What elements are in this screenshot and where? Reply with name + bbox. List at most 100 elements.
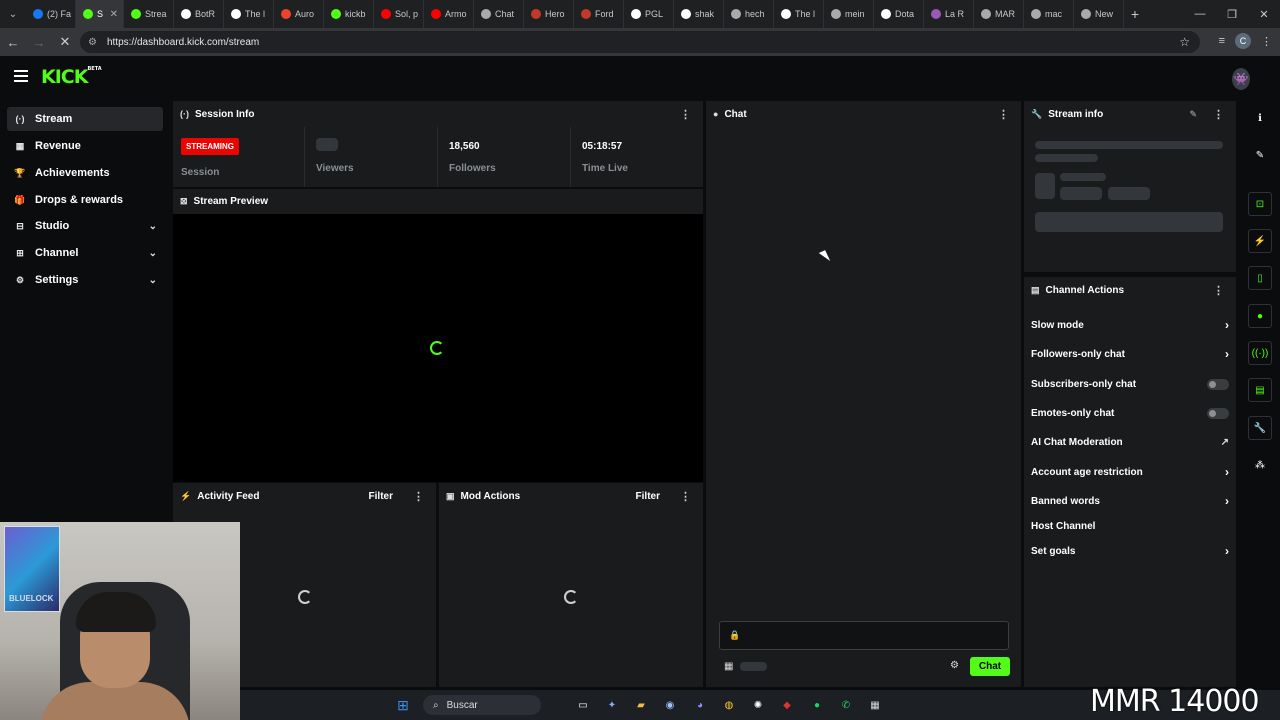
bookmark-star-icon[interactable]: ☆ xyxy=(1179,35,1190,49)
stop-loading-button[interactable]: ✕ xyxy=(52,28,78,56)
action-banned-words[interactable]: Banned words › xyxy=(1031,491,1229,511)
close-window-icon[interactable]: ✕ xyxy=(1248,0,1280,28)
maximize-icon[interactable]: ❐ xyxy=(1216,0,1248,28)
steam-icon[interactable]: ◉ xyxy=(661,696,679,714)
browser-tab[interactable]: The l xyxy=(224,0,274,28)
whatsapp-icon[interactable]: ✆ xyxy=(837,696,855,714)
site-info-icon[interactable]: ⚙ xyxy=(88,37,97,48)
action-host-channel[interactable]: Host Channel xyxy=(1031,516,1229,536)
broadcast-icon[interactable]: ((·)) xyxy=(1248,341,1272,365)
browser-tab[interactable]: Dota xyxy=(874,0,924,28)
spotify-icon[interactable]: ● xyxy=(808,696,826,714)
taskbar-search[interactable]: ⌕ Buscar xyxy=(423,695,541,715)
kebab-menu-icon[interactable]: ⋮ xyxy=(998,108,1009,121)
address-bar[interactable]: ⚙ https://dashboard.kick.com/stream ☆ xyxy=(80,31,1200,53)
edit-icon[interactable]: ✎ xyxy=(1248,143,1272,167)
store-icon[interactable]: ▦ xyxy=(724,661,733,672)
clipboard-icon[interactable]: ▯ xyxy=(1248,266,1272,290)
browser-tab[interactable]: S ✕ xyxy=(76,0,124,28)
action-set-goals[interactable]: Set goals › xyxy=(1031,541,1229,561)
chrome-icon[interactable]: ◍ xyxy=(720,696,738,714)
layout-icon[interactable]: ▤ xyxy=(1248,378,1272,402)
browser-tab[interactable]: BotR xyxy=(174,0,224,28)
browser-tab[interactable]: Chat xyxy=(474,0,524,28)
browser-tab[interactable]: New xyxy=(1074,0,1124,28)
browser-tab[interactable]: La R xyxy=(924,0,974,28)
sidebar-item-studio[interactable]: ⊟ Studio ⌄ xyxy=(7,214,163,238)
stream-preview-player[interactable] xyxy=(173,214,703,482)
hamburger-menu-icon[interactable] xyxy=(14,70,28,82)
kebab-menu-icon[interactable]: ⋮ xyxy=(1213,108,1224,121)
copilot-icon[interactable]: ✦ xyxy=(603,696,621,714)
chevron-down-icon: ⌄ xyxy=(148,220,157,232)
calculator-icon[interactable]: ▦ xyxy=(866,696,884,714)
sidebar-item-drops-rewards[interactable]: 🎁 Drops & rewards xyxy=(7,188,163,212)
kebab-menu-icon[interactable]: ⋮ xyxy=(413,490,424,503)
discord-icon[interactable]: ◕ xyxy=(691,696,709,714)
browser-tab[interactable]: Ford xyxy=(574,0,624,28)
file-explorer-icon[interactable]: ▰ xyxy=(632,696,650,714)
browser-tab[interactable]: mac xyxy=(1024,0,1074,28)
filter-button[interactable]: Filter xyxy=(369,491,393,502)
browser-tab[interactable]: mein xyxy=(824,0,874,28)
chat-icon[interactable]: ● xyxy=(1248,304,1272,328)
screenshot-icon[interactable]: ⊡ xyxy=(1248,192,1272,216)
share-icon[interactable]: ⁂ xyxy=(1248,453,1272,477)
edit-pencil-icon[interactable]: ✎ xyxy=(1189,109,1197,120)
task-view-icon[interactable]: ▭ xyxy=(574,696,592,714)
lightning-icon[interactable]: ⚡ xyxy=(1248,229,1272,253)
kebab-menu-icon[interactable]: ⋮ xyxy=(680,490,691,503)
toggle-switch[interactable] xyxy=(1207,378,1229,390)
filter-button[interactable]: Filter xyxy=(636,491,660,502)
tab-favicon-icon xyxy=(131,9,141,19)
browser-tab[interactable]: hech xyxy=(724,0,774,28)
toggle-switch[interactable] xyxy=(1207,407,1229,419)
forward-button[interactable]: → xyxy=(26,28,52,56)
menu-icon[interactable]: ⋮ xyxy=(1261,35,1272,48)
sidebar-item-achievements[interactable]: 🏆 Achievements xyxy=(7,161,163,185)
action-account-age-restriction[interactable]: Account age restriction › xyxy=(1031,462,1229,482)
tab-favicon-icon xyxy=(231,9,241,19)
action-emotes-only-chat[interactable]: Emotes-only chat xyxy=(1031,403,1229,423)
app-icon[interactable]: ✺ xyxy=(749,696,767,714)
media-control-icon[interactable]: ≡ xyxy=(1219,35,1225,47)
browser-tab[interactable]: kickb xyxy=(324,0,374,28)
browser-tab[interactable]: shak xyxy=(674,0,724,28)
chat-settings-gear-icon[interactable]: ⚙ xyxy=(950,660,959,671)
browser-tab[interactable]: Sol, p xyxy=(374,0,424,28)
info-icon[interactable]: ℹ xyxy=(1248,106,1272,130)
wrench-icon[interactable]: 🔧 xyxy=(1248,416,1272,440)
browser-tab[interactable]: Hero xyxy=(524,0,574,28)
browser-tab[interactable]: Strea xyxy=(124,0,174,28)
viewers-loading-skeleton xyxy=(316,138,338,151)
action-slow-mode[interactable]: Slow mode › xyxy=(1031,315,1229,335)
browser-tab[interactable]: (2) Fa xyxy=(26,0,76,28)
chat-send-button[interactable]: Chat xyxy=(970,657,1010,676)
action-ai-chat-moderation[interactable]: AI Chat Moderation ↗ xyxy=(1031,432,1229,452)
user-avatar[interactable]: 👾 xyxy=(1232,68,1250,90)
profile-avatar[interactable]: C xyxy=(1235,33,1251,49)
windows-start-icon[interactable]: ⊞ xyxy=(394,696,412,714)
new-tab-button[interactable]: + xyxy=(1124,0,1146,28)
action-subscribers-only-chat[interactable]: Subscribers-only chat xyxy=(1031,374,1229,394)
action-followers-only-chat[interactable]: Followers-only chat › xyxy=(1031,344,1229,364)
browser-tab[interactable]: Auro xyxy=(274,0,324,28)
browser-tab[interactable]: The l xyxy=(774,0,824,28)
chat-message-input[interactable]: 🔒 xyxy=(719,621,1009,650)
kebab-menu-icon[interactable]: ⋮ xyxy=(1213,284,1224,297)
kebab-menu-icon[interactable]: ⋮ xyxy=(680,108,691,121)
sidebar-item-settings[interactable]: ⚙ Settings ⌄ xyxy=(7,268,163,292)
kick-logo[interactable]: KICKBETA xyxy=(41,66,102,88)
sidebar-item-stream[interactable]: (·) Stream xyxy=(7,107,163,131)
minimize-icon[interactable]: — xyxy=(1184,0,1216,28)
browser-tab[interactable]: Armo xyxy=(424,0,474,28)
browser-tab[interactable]: MAR xyxy=(974,0,1024,28)
sidebar-item-revenue[interactable]: ▦ Revenue xyxy=(7,134,163,158)
close-tab-icon[interactable]: ✕ xyxy=(110,9,118,20)
tab-search-icon[interactable]: ⌄ xyxy=(0,0,26,28)
dota-icon[interactable]: ◆ xyxy=(778,696,796,714)
sidebar-item-channel[interactable]: ⊞ Channel ⌄ xyxy=(7,241,163,265)
browser-tab[interactable]: PGL xyxy=(624,0,674,28)
shield-icon: ▣ xyxy=(446,490,455,501)
back-button[interactable]: ← xyxy=(0,28,26,56)
